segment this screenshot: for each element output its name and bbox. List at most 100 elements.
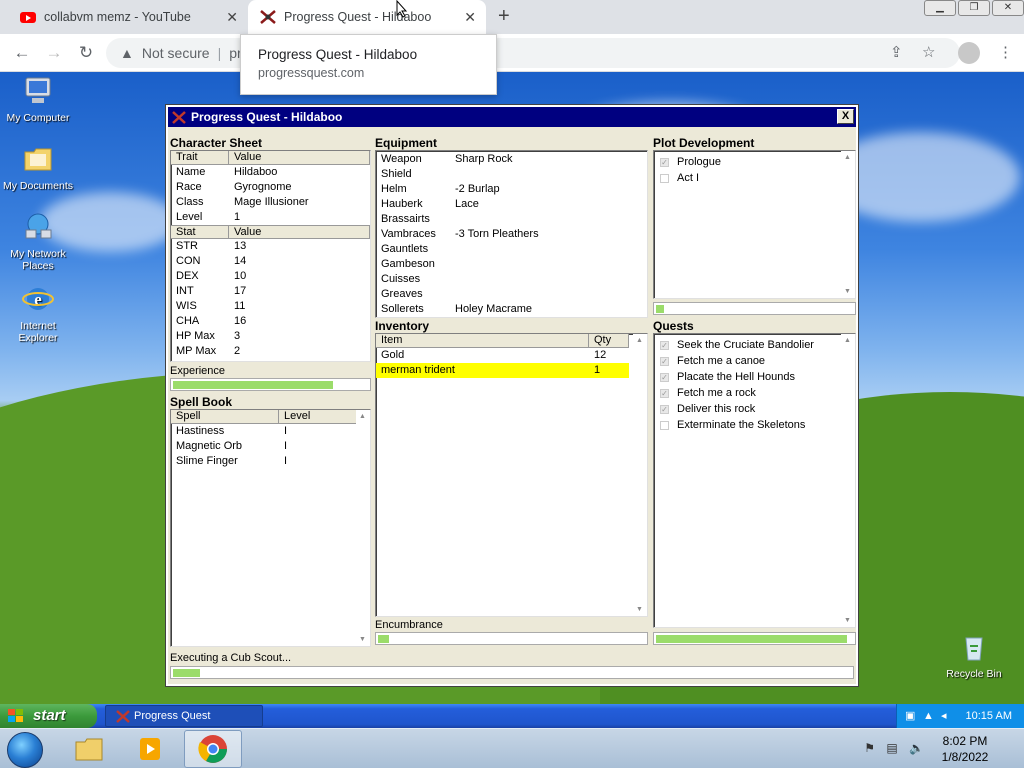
spell-book-scrollbar[interactable]: ▲ ▼	[356, 410, 370, 646]
menu-kebab-icon[interactable]: ⋮	[998, 43, 1013, 61]
scroll-down-icon[interactable]: ▼	[359, 636, 366, 643]
inventory-scrollbar[interactable]: ▲ ▼	[633, 334, 647, 616]
trait-value: Gyrognome	[234, 181, 292, 193]
spell-name: Slime Finger	[176, 455, 238, 467]
quest-item: ✓ Fetch me a canoe	[654, 353, 855, 369]
progress-quest-icon	[172, 110, 186, 124]
network-icon	[25, 213, 52, 239]
chrome-taskbar-button[interactable]	[184, 730, 242, 768]
tab-title: collabvm memz - YouTube	[44, 10, 191, 24]
equipment-slot: Shield	[381, 168, 412, 180]
quest-label: Exterminate the Skeletons	[677, 419, 806, 431]
start-label: start	[33, 707, 66, 724]
start-button[interactable]: start	[0, 704, 97, 728]
window-controls: ▁ ❐ ✕	[922, 0, 1024, 18]
spell-row: Slime Finger I	[171, 454, 370, 469]
equipment-row: Gambeson	[376, 257, 647, 272]
trait-row: Class Mage Illusioner	[171, 195, 370, 210]
stat-key: CON	[176, 255, 201, 267]
network-tray-icon[interactable]: ▣	[905, 704, 915, 728]
plot-act-item: ✓ Prologue	[654, 154, 855, 170]
maximize-button[interactable]: ❐	[958, 0, 990, 16]
forward-arrow-icon[interactable]: →	[44, 43, 64, 63]
my-network-places-shortcut[interactable]: My Network Places	[0, 212, 76, 272]
tab-progress-quest[interactable]: Progress Quest - Hildaboo ✕	[248, 0, 486, 34]
equipment-item: -3 Torn Pleathers	[455, 228, 539, 240]
taskbar-progress-quest[interactable]: Progress Quest	[105, 705, 263, 727]
my-documents-shortcut[interactable]: My Documents	[0, 144, 76, 192]
network-icon[interactable]: ▤	[886, 741, 897, 755]
scroll-up-icon[interactable]: ▲	[844, 337, 851, 344]
address-bar[interactable]: ▲ Not secure | pr o	[106, 38, 960, 68]
trait-value: Mage Illusioner	[234, 196, 309, 208]
stat-row: CON 14	[171, 254, 370, 269]
stat-value: 11	[234, 300, 246, 312]
tab-youtube[interactable]: collabvm memz - YouTube ✕	[8, 0, 248, 34]
quests-panel: ✓ Seek the Cruciate Bandolier ✓ Fetch me a…	[653, 333, 856, 628]
scroll-up-icon[interactable]: ▲	[844, 154, 851, 161]
explorer-taskbar-button[interactable]	[60, 730, 118, 768]
quest-item: ✓ Placate the Hell Hounds	[654, 369, 855, 385]
scroll-up-icon[interactable]: ▲	[636, 337, 643, 344]
scroll-up-icon[interactable]: ▲	[359, 413, 366, 420]
character-sheet-header: Character Sheet	[170, 136, 263, 150]
plot-development-header: Plot Development	[653, 136, 755, 150]
security-tray-icon[interactable]: ▲	[923, 704, 934, 728]
stat-key: CHA	[176, 315, 200, 327]
plot-act-item: Act I	[654, 170, 855, 186]
stat-row: STR 13	[171, 239, 370, 254]
equipment-slot: Greaves	[381, 288, 423, 300]
stat-value: 2	[234, 345, 241, 357]
new-tab-button[interactable]: +	[498, 5, 510, 28]
plot-scrollbar[interactable]: ▲ ▼	[841, 151, 855, 298]
media-player-taskbar-button[interactable]	[122, 730, 180, 768]
media-player-icon	[140, 738, 160, 760]
windows-flag-icon	[8, 709, 23, 722]
icon-label: My Network Places	[10, 248, 66, 272]
checkbox-checked-icon: ✓	[660, 340, 669, 350]
scroll-down-icon[interactable]: ▼	[636, 606, 643, 613]
scroll-down-icon[interactable]: ▼	[844, 617, 851, 624]
close-tab-icon[interactable]: ✕	[226, 9, 238, 26]
equipment-item: -2 Burlap	[455, 183, 500, 195]
scroll-down-icon[interactable]: ▼	[844, 288, 851, 295]
character-sheet-panel: Trait Value Name Hildaboo Race Gyrognome C…	[170, 150, 371, 362]
recycle-bin-shortcut[interactable]: Recycle Bin	[936, 632, 1012, 680]
close-tab-icon[interactable]: ✕	[464, 9, 476, 26]
window-close-button[interactable]: X	[837, 109, 854, 124]
inventory-row[interactable]: Gold 12	[376, 348, 629, 363]
profile-avatar-icon[interactable]	[958, 42, 980, 64]
reload-icon[interactable]: ↻	[76, 43, 96, 63]
action-center-icon[interactable]: ⚑	[864, 741, 875, 755]
volume-icon[interactable]: 🔈	[909, 741, 924, 755]
equipment-row: Greaves	[376, 287, 647, 302]
equipment-row: Vambraces -3 Torn Pleathers	[376, 227, 647, 242]
trait-row: Race Gyrognome	[171, 180, 370, 195]
task-progress-bar	[170, 666, 854, 679]
spell-name: Magnetic Orb	[176, 440, 243, 452]
minimize-button[interactable]: ▁	[924, 0, 956, 16]
quests-scrollbar[interactable]: ▲ ▼	[841, 334, 855, 627]
close-button[interactable]: ✕	[992, 0, 1024, 16]
host-system-tray: ⚑ ▤ 🔈	[864, 741, 924, 755]
equipment-item: Holey Macrame	[455, 303, 533, 315]
folder-icon	[24, 148, 52, 171]
window-title-bar[interactable]: Progress Quest - Hildaboo X	[168, 107, 856, 127]
internet-explorer-shortcut[interactable]: e Internet Explorer	[0, 284, 76, 344]
host-clock[interactable]: 8:02 PM 1/8/2022	[930, 733, 1000, 765]
quest-label: Placate the Hell Hounds	[677, 371, 796, 383]
windows-start-orb-icon[interactable]	[7, 732, 43, 768]
inventory-row-selected[interactable]: merman trident 1	[376, 363, 629, 378]
bookmark-star-icon[interactable]: ☆	[922, 43, 935, 61]
share-icon[interactable]: ⇪	[890, 43, 903, 61]
spell-book-header: Spell Book	[170, 395, 233, 409]
my-computer-shortcut[interactable]: My Computer	[0, 76, 76, 124]
stat-row: INT 17	[171, 284, 370, 299]
icon-label: My Computer	[6, 112, 70, 124]
stat-row: WIS 11	[171, 299, 370, 314]
quest-label: Seek the Cruciate Bandolier	[677, 339, 814, 351]
stat-key: DEX	[176, 270, 199, 282]
inventory-qty: 1	[594, 364, 601, 376]
back-arrow-icon[interactable]: ←	[12, 43, 32, 63]
volume-tray-icon[interactable]: ◂	[941, 704, 947, 728]
